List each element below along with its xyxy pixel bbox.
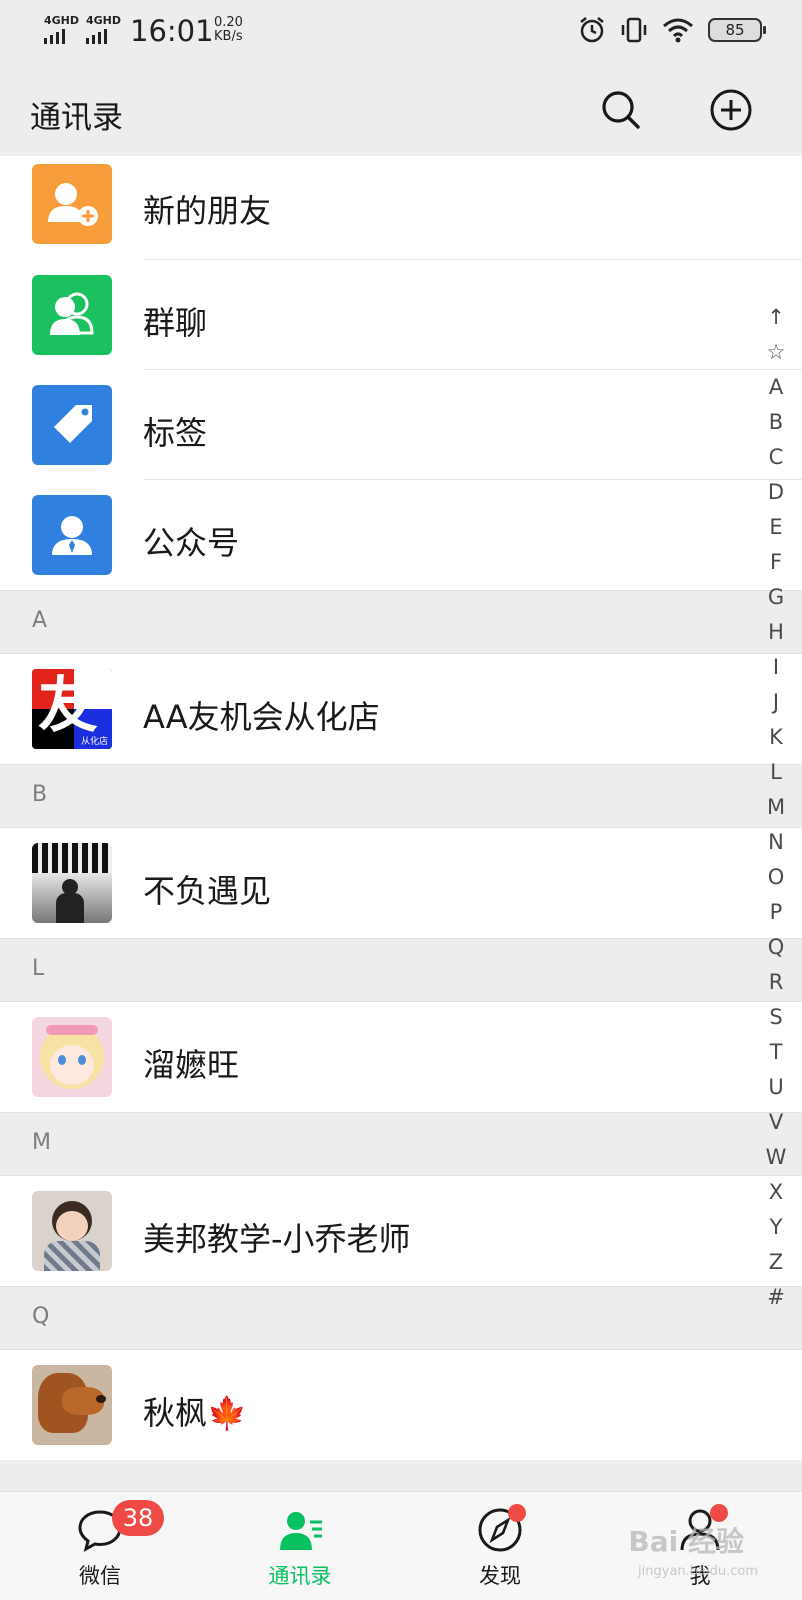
index-letter[interactable]: I [773, 650, 779, 685]
wifi-icon [663, 18, 693, 43]
unread-badge: 38 [112, 1500, 164, 1536]
index-letter[interactable]: A [769, 370, 783, 405]
header: 通讯录 [0, 64, 802, 156]
alphabet-index[interactable]: ↑ ☆ A B C D E F G H I J K L M N O P Q R … [760, 300, 792, 1315]
index-letter[interactable]: B [769, 405, 783, 440]
tab-discover[interactable]: 发现 [400, 1492, 600, 1600]
tab-label: 发现 [479, 1564, 521, 1588]
shortcut-label: 公众号 [143, 524, 240, 562]
index-letter[interactable]: N [768, 825, 784, 860]
contact-name: 溜嬷旺 [143, 1046, 240, 1084]
avatar [32, 1365, 112, 1445]
index-letter[interactable]: F [770, 545, 782, 580]
contact-list: 新的朋友 群聊 标签 公众号 A 友 从化店 AA友机会从化店 B 不负遇见 L… [0, 156, 802, 1460]
contacts-icon [280, 1512, 322, 1550]
shortcut-label: 群聊 [143, 304, 208, 342]
index-letter[interactable]: D [768, 475, 784, 510]
group-chats-item[interactable]: 群聊 [0, 260, 802, 370]
avatar-caption: 从化店 [80, 737, 108, 747]
tab-label: 通讯录 [268, 1564, 332, 1588]
official-accounts-item[interactable]: 公众号 [0, 480, 802, 590]
contact-item[interactable]: 友 从化店 AA友机会从化店 [0, 654, 802, 764]
network-speed: 0.20 KB/s [214, 16, 243, 44]
contact-name: AA友机会从化店 [143, 698, 380, 736]
battery-icon: 85 [708, 18, 766, 42]
vibrate-icon [621, 17, 647, 43]
plus-circle-icon[interactable] [707, 86, 755, 134]
alarm-icon [580, 17, 604, 43]
index-hash[interactable]: # [767, 1280, 785, 1315]
section-header-a: A [0, 590, 802, 654]
contact-name: 不负遇见 [143, 872, 272, 910]
index-letter[interactable]: X [769, 1175, 783, 1210]
tags-item[interactable]: 标签 [0, 370, 802, 480]
avatar [32, 843, 112, 923]
new-dot [508, 1504, 526, 1522]
watermark-logo: Bai 经验 [628, 1525, 744, 1558]
contact-name: 美邦教学-小乔老师 [143, 1220, 411, 1258]
avatar: 友 从化店 [32, 669, 112, 749]
index-letter[interactable]: K [769, 720, 783, 755]
index-letter[interactable]: C [769, 440, 784, 475]
index-letter[interactable]: R [769, 965, 784, 1000]
section-header-q: Q [0, 1286, 802, 1350]
tab-contacts[interactable]: 通讯录 [200, 1492, 400, 1600]
speed-unit: KB/s [214, 29, 243, 44]
status-time: 16:01 [130, 14, 214, 48]
shortcut-label: 标签 [143, 414, 208, 452]
section-letter: L [32, 956, 45, 981]
shortcut-label: 新的朋友 [143, 192, 272, 230]
index-top[interactable]: ↑ [767, 300, 785, 335]
index-letter[interactable]: L [770, 755, 782, 790]
index-letter[interactable]: S [769, 1000, 782, 1035]
tab-label: 微信 [79, 1564, 121, 1588]
index-letter[interactable]: Q [768, 930, 785, 965]
section-letter: B [32, 782, 48, 807]
index-letter[interactable]: O [768, 860, 785, 895]
add-friend-icon [32, 164, 112, 244]
index-letter[interactable]: Y [770, 1210, 783, 1245]
section-letter: M [32, 1130, 51, 1155]
index-letter[interactable]: J [773, 685, 779, 720]
index-letter[interactable]: H [768, 615, 784, 650]
search-icon[interactable] [597, 86, 645, 134]
index-letter[interactable]: V [769, 1105, 783, 1140]
status-bar: 4GHD 4GHD 16:01 0.20 KB/s 85 [0, 0, 802, 64]
contact-name: 秋枫🍁 [143, 1394, 247, 1432]
tab-chats[interactable]: 38 微信 [0, 1492, 200, 1600]
index-letter[interactable]: P [770, 895, 783, 930]
index-letter[interactable]: T [770, 1035, 783, 1070]
contact-item[interactable]: 溜嬷旺 [0, 1002, 802, 1112]
page-title: 通讯录 [30, 100, 123, 136]
signal-indicator-1: 4GHD [44, 14, 79, 44]
index-letter[interactable]: G [768, 580, 784, 615]
section-letter: Q [32, 1304, 50, 1329]
tag-icon [32, 385, 112, 465]
index-letter[interactable]: M [767, 790, 785, 825]
signal-label-2: 4GHD [86, 14, 122, 27]
tab-bar: 38 微信 通讯录 发现 我 Bai 经验 jingyan.baidu.com [0, 1491, 802, 1600]
index-letter[interactable]: E [769, 510, 782, 545]
section-header-l: L [0, 938, 802, 1002]
section-header-m: M [0, 1112, 802, 1176]
contact-item[interactable]: 秋枫🍁 [0, 1350, 802, 1460]
group-chat-icon [32, 275, 112, 355]
new-friends-item[interactable]: 新的朋友 [0, 156, 802, 260]
avatar [32, 1017, 112, 1097]
official-account-icon [32, 495, 112, 575]
index-letter[interactable]: Z [769, 1245, 783, 1280]
index-letter[interactable]: U [768, 1070, 783, 1105]
section-header-b: B [0, 764, 802, 828]
index-letter[interactable]: W [766, 1140, 787, 1175]
contact-item[interactable]: 不负遇见 [0, 828, 802, 938]
contact-item[interactable]: 美邦教学-小乔老师 [0, 1176, 802, 1286]
speed-value: 0.20 [214, 15, 243, 30]
signal-indicator-2: 4GHD [86, 14, 121, 44]
index-star[interactable]: ☆ [767, 335, 786, 370]
watermark-url: jingyan.baidu.com [638, 1564, 758, 1579]
avatar [32, 1191, 112, 1271]
signal-label-1: 4GHD [44, 14, 80, 27]
avatar-text: 友 [38, 671, 98, 741]
section-letter: A [32, 608, 48, 633]
